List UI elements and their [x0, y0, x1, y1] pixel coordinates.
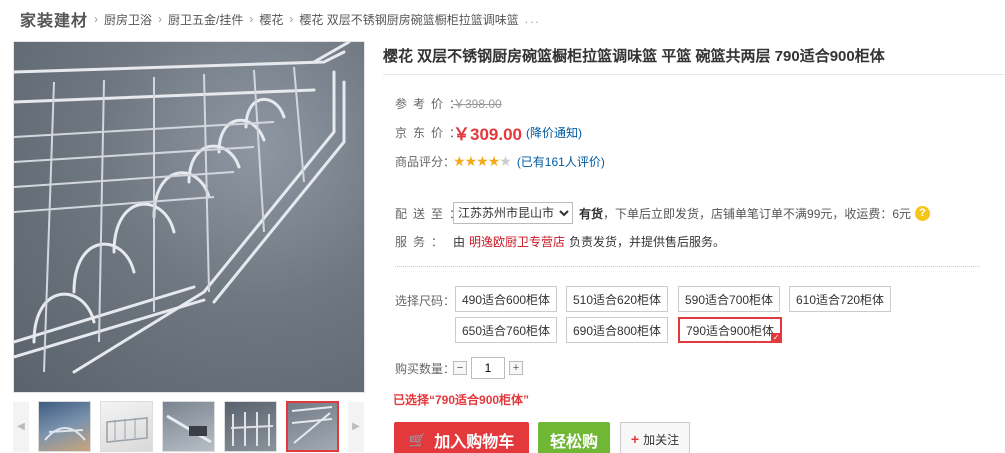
size-option[interactable]: 690适合800柜体 — [566, 317, 669, 343]
quantity-label: 购买数量： — [395, 361, 456, 376]
size-option-selected[interactable]: 790适合900柜体 — [678, 317, 783, 343]
rating-label: 商品评分： — [395, 155, 456, 169]
follow-button[interactable]: + 加关注 — [620, 422, 690, 453]
area-select[interactable]: 江苏苏州市昆山市 — [453, 202, 573, 224]
service-prefix: 由 — [453, 235, 466, 249]
thumbnail[interactable] — [224, 401, 277, 452]
quantity-plus-button[interactable]: + — [509, 361, 523, 375]
star-empty-icon: ★ — [499, 153, 512, 169]
ref-price-row: 参考价： ￥398.00 — [395, 95, 502, 112]
delivery-label: 配送至： — [395, 206, 468, 221]
cart-icon: 🛒 — [408, 431, 427, 448]
selected-option-text: 已选择“790适合900柜体” — [393, 393, 530, 407]
quantity-minus-button[interactable]: − — [453, 361, 467, 375]
star-rating: ★★★★★ — [453, 153, 512, 170]
size-option[interactable]: 510适合620柜体 — [566, 286, 669, 312]
rating-row: 商品评分： ★★★★★ (已有161人评价) — [395, 153, 605, 170]
size-label: 选择尺码： — [395, 294, 456, 308]
breadcrumb-item[interactable]: 厨房卫浴 — [104, 11, 152, 28]
thumbnail-strip: ◀ ▶ — [13, 400, 365, 453]
star-filled-icon: ★ — [464, 153, 478, 169]
breadcrumb-root[interactable]: 家装建材 — [20, 7, 88, 31]
thumbnail[interactable] — [38, 401, 91, 452]
follow-label: 加关注 — [643, 432, 680, 447]
price-notice-link[interactable]: (降价通知) — [526, 124, 582, 141]
thumbnail[interactable] — [100, 401, 153, 452]
quantity-input[interactable] — [471, 357, 505, 379]
chevron-right-icon[interactable]: ▶ — [348, 401, 364, 452]
thumbnail-selected[interactable] — [286, 401, 339, 452]
jd-price-value: ￥309.00 — [453, 125, 522, 144]
divider — [383, 74, 1005, 75]
breadcrumb: 家装建材 › 厨房卫浴 › 厨卫五金/挂件 › 樱花 › 樱花 双层不锈钢厨房碗… — [20, 8, 541, 30]
size-option[interactable]: 650适合760柜体 — [455, 317, 558, 343]
dish-rack-illustration — [14, 42, 351, 374]
size-option[interactable]: 490适合600柜体 — [455, 286, 558, 312]
size-label-row: 选择尺码： — [395, 292, 456, 309]
quantity-row: 购买数量： − + — [395, 357, 523, 379]
stock-status: 有货 — [579, 206, 604, 221]
breadcrumb-item: 樱花 双层不锈钢厨房碗篮橱柜拉篮调味篮 — [299, 12, 519, 27]
service-label: 服务： — [395, 235, 450, 249]
star-filled-icon: ★ — [453, 153, 466, 169]
breadcrumb-ellipsis: ... — [524, 12, 541, 26]
thumbnail[interactable] — [162, 401, 215, 452]
product-title: 樱花 双层不锈钢厨房碗篮橱柜拉篮调味篮 平篮 碗篮共两层 790适合900柜体 — [383, 48, 885, 65]
shop-link[interactable]: 明逸欧厨卫专营店 — [469, 233, 565, 250]
breadcrumb-item[interactable]: 厨卫五金/挂件 — [168, 11, 243, 28]
service-row: 服务： 由 明逸欧厨卫专营店 负责发货，并提供售后服务。 — [395, 233, 725, 250]
ref-price-label: 参考价： — [395, 97, 468, 111]
ref-price-value: ￥398.00 — [453, 97, 502, 111]
chevron-left-icon[interactable]: ◀ — [13, 401, 29, 452]
divider — [395, 266, 980, 267]
plus-icon: + — [630, 431, 640, 447]
jd-price-label: 京东价： — [395, 126, 468, 140]
size-option[interactable]: 610适合720柜体 — [789, 286, 892, 312]
main-product-image[interactable] — [13, 41, 365, 393]
delivery-row: 配送至： 江苏苏州市昆山市 有货 ，下单后立即发货，店铺单笔订单不满99元，收运… — [395, 202, 931, 224]
star-filled-icon: ★ — [476, 153, 489, 169]
star-filled-icon: ★ — [487, 153, 501, 169]
service-suffix: 负责发货，并提供售后服务。 — [569, 235, 726, 249]
review-count-link[interactable]: (已有161人评价) — [517, 153, 605, 170]
delivery-note: ，下单后立即发货，店铺单笔订单不满99元，收运费：6元 — [603, 206, 912, 221]
question-icon[interactable]: ? — [915, 205, 931, 221]
size-option[interactable]: 590适合700柜体 — [678, 286, 781, 312]
jd-price-row: 京东价： ￥309.00 (降价通知) — [395, 120, 582, 145]
add-to-cart-button[interactable]: 🛒 加入购物车 — [394, 422, 529, 453]
easy-buy-button[interactable]: 轻松购 — [538, 422, 610, 453]
add-to-cart-label: 加入购物车 — [434, 434, 515, 451]
breadcrumb-item[interactable]: 樱花 — [259, 11, 283, 28]
